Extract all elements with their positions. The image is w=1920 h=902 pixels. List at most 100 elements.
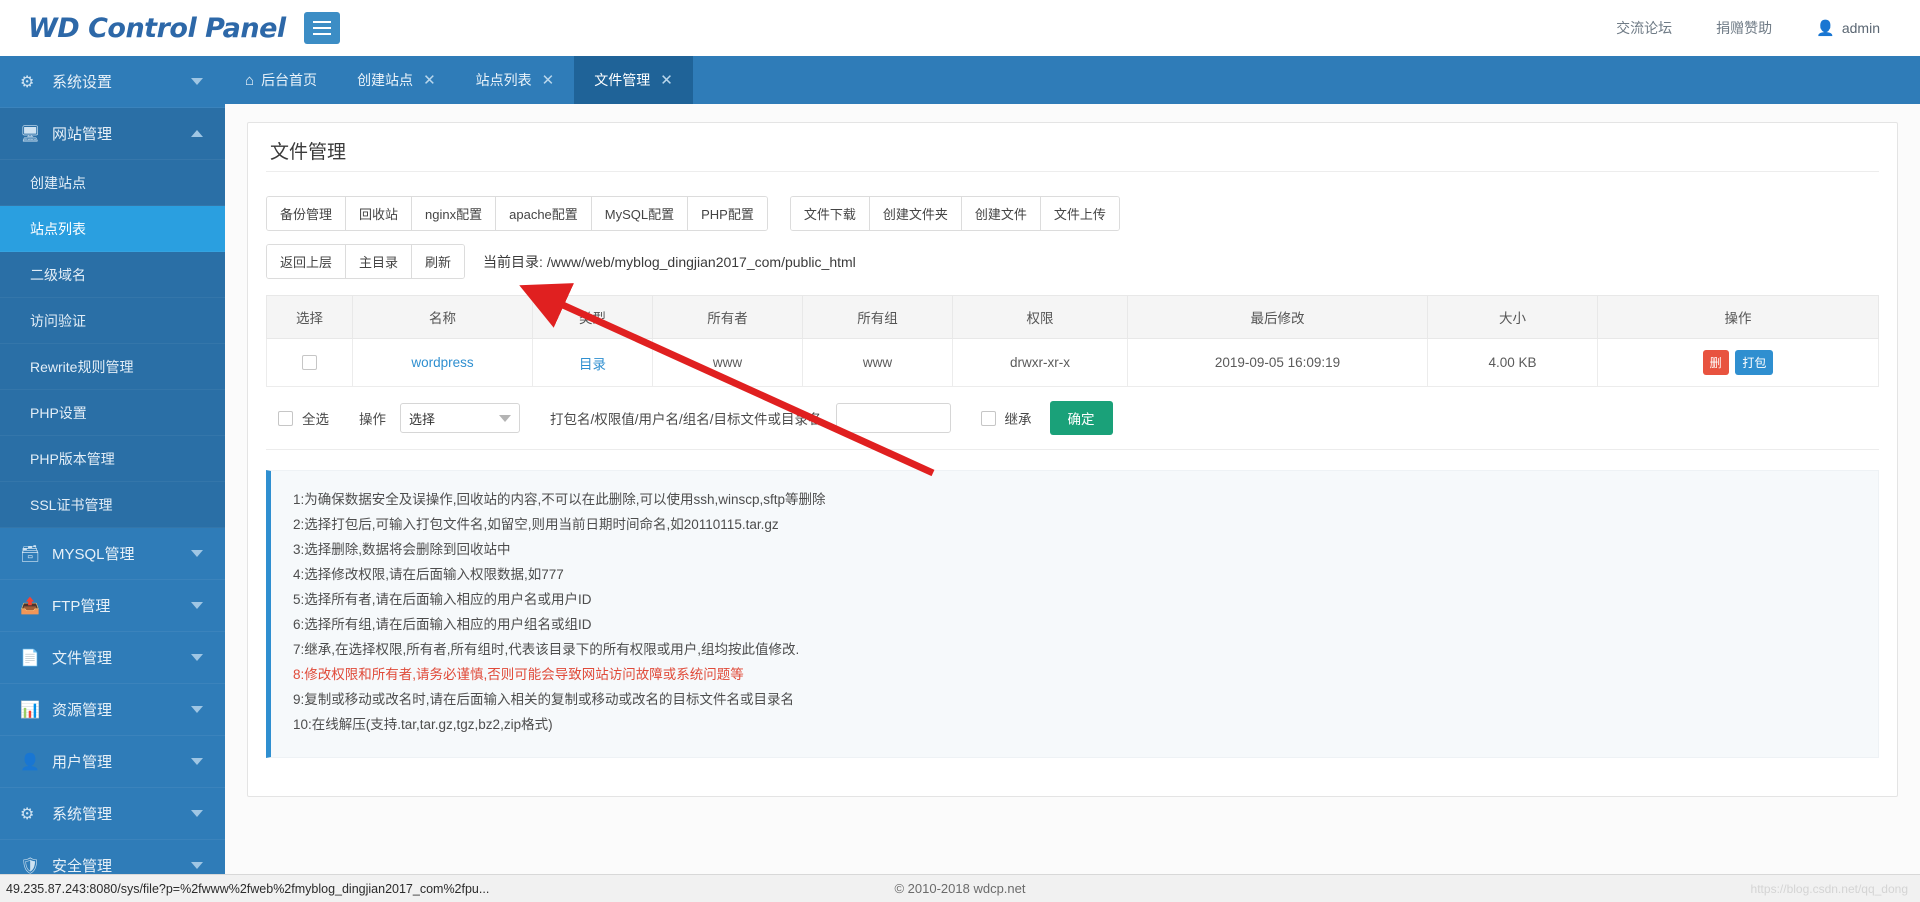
recycle-bin-button[interactable]: 回收站 [346, 197, 413, 230]
status-bar: 49.235.87.243:8080/sys/file?p=%2fwww%2fw… [0, 874, 1920, 902]
sidebar-item-create-site[interactable]: 创建站点 [0, 160, 225, 206]
file-download-button[interactable]: 文件下载 [790, 197, 870, 230]
toolbar-primary: 备份管理 回收站 nginx配置 apache配置 MySQL配置 PHP配置 … [266, 174, 1879, 231]
system-icon: ⚙ [20, 805, 35, 823]
sidebar-group-label: MYSQL管理 [52, 546, 135, 563]
tab-file-management[interactable]: 文件管理 ✕ [574, 56, 693, 104]
tab-site-list[interactable]: 站点列表 ✕ [456, 56, 575, 104]
sidebar-group-security-management[interactable]: 🛡 安全管理 [0, 840, 225, 874]
sidebar-group-user-management[interactable]: 👤 用户管理 [0, 736, 225, 788]
sidebar-group-label: FTP管理 [52, 598, 111, 615]
select-all-group[interactable]: 全选 [278, 408, 329, 428]
sidebar-group-resource-management[interactable]: 📊 资源管理 [0, 684, 225, 736]
donate-link[interactable]: 捐赠赞助 [1716, 18, 1772, 38]
chevron-down-icon [191, 78, 203, 85]
note-item-warning: 8:修改权限和所有者,请务必谨慎,否则可能会导致网站访问故障或系统问题等 [293, 667, 744, 682]
chevron-down-icon [191, 810, 203, 817]
go-up-button[interactable]: 返回上层 [267, 245, 347, 278]
current-directory-label: 当前目录: [483, 253, 543, 270]
sidebar-item-php-version[interactable]: PHP版本管理 [0, 436, 225, 482]
tab-dashboard[interactable]: ⌂ 后台首页 [225, 56, 337, 104]
confirm-button[interactable]: 确定 [1049, 401, 1113, 435]
sidebar-group-system-settings[interactable]: ⚙ 系统设置 [0, 56, 225, 108]
sidebar-item-site-list[interactable]: 站点列表 [0, 206, 225, 252]
hamburger-icon[interactable] [303, 12, 340, 44]
home-dir-button[interactable]: 主目录 [346, 245, 413, 278]
file-manager-panel: 文件管理 备份管理 回收站 nginx配置 apache配置 MySQL配置 P… [247, 122, 1898, 797]
sidebar-group-file-management[interactable]: 📄 文件管理 [0, 632, 225, 684]
path-bar: 返回上层 主目录 刷新 当前目录: /www/web/myblog_dingji… [266, 231, 1879, 279]
operation-select[interactable]: 选择 [400, 403, 520, 433]
php-config-button[interactable]: PHP配置 [688, 197, 767, 230]
col-name: 名称 [352, 295, 533, 339]
mysql-config-button[interactable]: MySQL配置 [591, 197, 689, 230]
sidebar-item-label: 二级域名 [30, 266, 86, 283]
app-brand-title: WD Control Panel [28, 12, 286, 44]
file-name-link[interactable]: wordpress [411, 355, 473, 370]
apache-config-button[interactable]: apache配置 [496, 197, 592, 230]
tab-label: 站点列表 [475, 72, 532, 88]
operation-select-value: 选择 [409, 411, 436, 427]
create-folder-button[interactable]: 创建文件夹 [869, 197, 962, 230]
inherit-group[interactable]: 继承 [980, 408, 1032, 428]
sidebar-item-access-auth[interactable]: 访问验证 [0, 298, 225, 344]
row-checkbox[interactable] [302, 355, 317, 371]
sidebar-group-website-management[interactable]: 🖥 网站管理 [0, 108, 225, 160]
current-directory: 当前目录: /www/web/myblog_dingjian2017_com/p… [483, 252, 856, 272]
sidebar-group-label: 文件管理 [52, 650, 113, 667]
inherit-label: 继承 [1004, 412, 1032, 427]
note-item: 1:为确保数据安全及误操作,回收站的内容,不可以在此删除,可以使用ssh,win… [293, 492, 826, 507]
user-menu[interactable]: 👤 admin [1816, 19, 1880, 37]
close-icon[interactable]: ✕ [542, 71, 555, 89]
select-all-checkbox[interactable] [278, 410, 293, 426]
current-directory-path: /www/web/myblog_dingjian2017_com/public_… [546, 253, 856, 270]
toolbar-group-file-ops: 文件下载 创建文件夹 创建文件 文件上传 [789, 196, 1120, 231]
resource-icon: 📊 [20, 701, 40, 719]
user-icon: 👤 [20, 753, 40, 771]
close-icon[interactable]: ✕ [660, 71, 673, 89]
sidebar-item-php-settings[interactable]: PHP设置 [0, 390, 225, 436]
shield-icon: 🛡 [20, 857, 41, 875]
sidebar-item-rewrite-rules[interactable]: Rewrite规则管理 [0, 344, 225, 390]
delete-button[interactable]: 删 [1702, 350, 1729, 375]
pack-button[interactable]: 打包 [1735, 350, 1774, 375]
chevron-down-icon [191, 654, 203, 661]
sidebar-item-label: 创建站点 [30, 174, 86, 191]
create-file-button[interactable]: 创建文件 [961, 197, 1041, 230]
file-upload-button[interactable]: 文件上传 [1040, 197, 1119, 230]
forum-link[interactable]: 交流论坛 [1616, 18, 1672, 38]
database-icon: 🗃 [20, 545, 41, 563]
sidebar-group-ftp-management[interactable]: 📤 FTP管理 [0, 580, 225, 632]
hamburger-line [312, 33, 331, 35]
chevron-down-icon [191, 550, 203, 557]
note-item: 7:继承,在选择权限,所有者,所有组时,代表该目录下的所有权限或用户,组均按此值… [293, 642, 800, 657]
note-item: 3:选择删除,数据将会删除到回收站中 [293, 542, 511, 557]
sidebar-item-label: 访问验证 [30, 312, 86, 329]
bulk-value-input[interactable] [835, 403, 951, 433]
tab-create-site[interactable]: 创建站点 ✕ [337, 56, 456, 104]
top-bar: WD Control Panel 交流论坛 捐赠赞助 👤 admin [0, 0, 1920, 56]
top-bar-right: 交流论坛 捐赠赞助 👤 admin [1616, 18, 1880, 38]
nginx-config-button[interactable]: nginx配置 [412, 197, 497, 230]
sidebar-group-mysql-management[interactable]: 🗃 MYSQL管理 [0, 528, 225, 580]
table-header-row: 选择 名称 类型 所有者 所有组 权限 最后修改 大小 操作 [266, 295, 1879, 339]
row-type-cell: 目录 [532, 338, 653, 387]
refresh-button[interactable]: 刷新 [412, 245, 465, 278]
inherit-checkbox[interactable] [980, 410, 996, 426]
sidebar-item-label: SSL证书管理 [30, 496, 113, 513]
file-type-link[interactable]: 目录 [579, 357, 606, 372]
main-content: 文件管理 备份管理 回收站 nginx配置 apache配置 MySQL配置 P… [225, 104, 1920, 874]
col-type: 类型 [532, 295, 653, 339]
file-table-body: wordpress 目录 www www drwxr-xr-x 2019-09-… [266, 338, 1879, 387]
backup-management-button[interactable]: 备份管理 [267, 197, 347, 230]
sidebar-group-label: 系统管理 [52, 806, 113, 823]
sidebar-item-label: PHP设置 [30, 404, 87, 421]
sidebar-item-ssl-cert[interactable]: SSL证书管理 [0, 482, 225, 528]
file-icon: 📄 [20, 649, 40, 667]
col-owner: 所有者 [652, 295, 803, 339]
sidebar-item-subdomain[interactable]: 二级域名 [0, 252, 225, 298]
close-icon[interactable]: ✕ [423, 71, 436, 89]
note-item: 9:复制或移动或改名时,请在后面输入相关的复制或移动或改名的目标文件名或目录名 [293, 692, 795, 707]
note-item: 10:在线解压(支持.tar,tar.gz,tgz,bz2,zip格式) [293, 717, 553, 732]
sidebar-group-system-management[interactable]: ⚙ 系统管理 [0, 788, 225, 840]
